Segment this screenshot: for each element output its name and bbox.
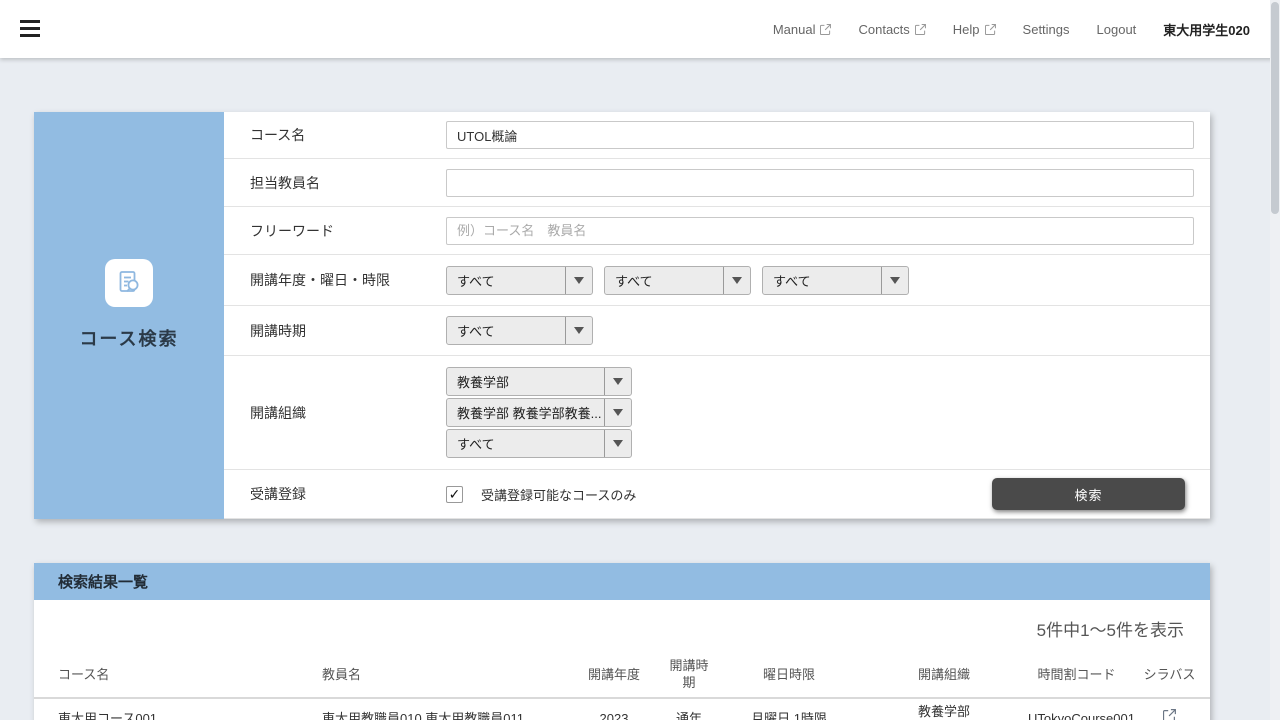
form-row-free-word: フリーワード bbox=[224, 207, 1210, 255]
course-name-input[interactable] bbox=[446, 121, 1194, 149]
column-header-instructor: 教員名 bbox=[299, 649, 564, 698]
column-header-day-period: 曜日時限 bbox=[714, 649, 864, 698]
instructor-label: 担当教員名 bbox=[250, 173, 446, 193]
external-link-icon bbox=[1163, 709, 1176, 720]
current-user-name: 東大用学生020 bbox=[1163, 20, 1250, 39]
organization-select-1-value: 教養学部 bbox=[447, 372, 604, 391]
organization-select-2[interactable]: 教養学部 教養学部教養... bbox=[446, 398, 632, 427]
form-row-organization: 開講組織 教養学部 教養学部 教養学部教養... すべて bbox=[224, 356, 1210, 470]
chevron-down-icon bbox=[604, 399, 631, 426]
nav-link-label: Manual bbox=[773, 22, 816, 37]
chevron-down-icon bbox=[565, 317, 592, 344]
free-word-input[interactable] bbox=[446, 217, 1194, 245]
instructor-input[interactable] bbox=[446, 169, 1194, 197]
search-panel-title: コース検索 bbox=[79, 325, 178, 351]
column-header-term: 開講時期 bbox=[664, 649, 714, 698]
chevron-down-icon bbox=[604, 368, 631, 395]
registration-checkbox[interactable]: ✓ bbox=[446, 486, 463, 503]
nav-link-help[interactable]: Help bbox=[953, 22, 996, 37]
column-header-organization: 開講組織 bbox=[864, 649, 1024, 698]
form-row-course-name: コース名 bbox=[224, 112, 1210, 159]
free-word-label: フリーワード bbox=[250, 221, 446, 241]
cell-year: 2023 bbox=[564, 698, 664, 720]
cell-timetable-code: UTokyoCourse001 bbox=[1024, 698, 1129, 720]
organization-label: 開講組織 bbox=[250, 403, 446, 423]
cell-organization: 教養学部 bbox=[864, 698, 1024, 720]
day-select-value: すべて bbox=[605, 271, 723, 290]
organization-select-3-value: すべて bbox=[447, 434, 604, 453]
chevron-down-icon bbox=[565, 267, 592, 294]
course-search-sidebar: コース検索 bbox=[34, 112, 224, 519]
nav-link-label: Settings bbox=[1023, 22, 1070, 37]
top-header: Manual Contacts Help Settings Logout bbox=[0, 0, 1280, 58]
hamburger-menu-icon[interactable] bbox=[20, 20, 40, 37]
form-row-instructor: 担当教員名 bbox=[224, 159, 1210, 207]
table-row: 東大用コース001 東大用教職員010 東大用教職員011 2023 通年 月曜… bbox=[34, 698, 1210, 720]
registration-checkbox-label: 受講登録可能なコースのみ bbox=[481, 485, 636, 504]
course-search-form: コース名 担当教員名 フリーワード 開講年度・曜日・時限 すべて すべて bbox=[224, 112, 1210, 519]
column-header-course-name: コース名 bbox=[34, 649, 299, 698]
cell-day-period: 月曜日 1時限 bbox=[714, 698, 864, 720]
nav-link-label: Contacts bbox=[858, 22, 909, 37]
search-button[interactable]: 検索 bbox=[992, 478, 1185, 510]
external-link-icon bbox=[985, 24, 996, 35]
column-header-year: 開講年度 bbox=[564, 649, 664, 698]
top-nav: Manual Contacts Help Settings Logout bbox=[773, 0, 1250, 58]
year-select-value: すべて bbox=[447, 271, 565, 290]
cell-syllabus-link[interactable] bbox=[1129, 698, 1210, 720]
cell-course-name[interactable]: 東大用コース001 bbox=[34, 698, 299, 720]
form-row-year-day-period: 開講年度・曜日・時限 すべて すべて すべて bbox=[224, 255, 1210, 306]
organization-select-3[interactable]: すべて bbox=[446, 429, 632, 458]
scrollbar-thumb[interactable] bbox=[1271, 2, 1279, 214]
results-header-bar: 検索結果一覧 bbox=[34, 563, 1210, 600]
chevron-down-icon bbox=[604, 430, 631, 457]
page-scrollbar[interactable] bbox=[1270, 0, 1280, 720]
results-count: 5件中1〜5件を表示 bbox=[34, 616, 1210, 641]
search-results-panel: 検索結果一覧 5件中1〜5件を表示 コース名 教員名 開講年度 開講時期 曜日時… bbox=[34, 563, 1210, 720]
course-search-panel: コース検索 コース名 担当教員名 フリーワード 開講年度・曜日・時限 すべて bbox=[34, 112, 1210, 519]
column-header-timetable-code: 時間割コード bbox=[1024, 649, 1129, 698]
year-day-period-label: 開講年度・曜日・時限 bbox=[250, 270, 446, 290]
term-label: 開講時期 bbox=[250, 321, 446, 341]
external-link-icon bbox=[915, 24, 926, 35]
day-select[interactable]: すべて bbox=[604, 266, 751, 295]
nav-link-label: Logout bbox=[1097, 22, 1137, 37]
chevron-down-icon bbox=[723, 267, 750, 294]
organization-select-2-value: 教養学部 教養学部教養... bbox=[447, 403, 604, 422]
term-select[interactable]: すべて bbox=[446, 316, 593, 345]
nav-link-manual[interactable]: Manual bbox=[773, 22, 832, 37]
cell-term: 通年 bbox=[664, 698, 714, 720]
registration-label: 受講登録 bbox=[250, 484, 446, 504]
results-title: 検索結果一覧 bbox=[58, 571, 148, 592]
external-link-icon bbox=[820, 24, 831, 35]
chevron-down-icon bbox=[881, 267, 908, 294]
year-select[interactable]: すべて bbox=[446, 266, 593, 295]
nav-link-settings[interactable]: Settings bbox=[1023, 22, 1070, 37]
nav-link-contacts[interactable]: Contacts bbox=[858, 22, 925, 37]
period-select[interactable]: すべて bbox=[762, 266, 909, 295]
form-row-term: 開講時期 すべて bbox=[224, 306, 1210, 356]
nav-link-logout[interactable]: Logout bbox=[1097, 22, 1137, 37]
check-icon: ✓ bbox=[449, 487, 461, 501]
course-name-label: コース名 bbox=[250, 125, 446, 145]
term-select-value: すべて bbox=[447, 321, 565, 340]
course-search-icon bbox=[105, 259, 153, 307]
results-table: コース名 教員名 開講年度 開講時期 曜日時限 開講組織 時間割コード シラバス… bbox=[34, 649, 1210, 720]
cell-instructors: 東大用教職員010 東大用教職員011 bbox=[299, 698, 564, 720]
organization-select-1[interactable]: 教養学部 bbox=[446, 367, 632, 396]
results-table-header-row: コース名 教員名 開講年度 開講時期 曜日時限 開講組織 時間割コード シラバス bbox=[34, 649, 1210, 698]
column-header-syllabus: シラバス bbox=[1129, 649, 1210, 698]
period-select-value: すべて bbox=[763, 271, 881, 290]
nav-link-label: Help bbox=[953, 22, 980, 37]
